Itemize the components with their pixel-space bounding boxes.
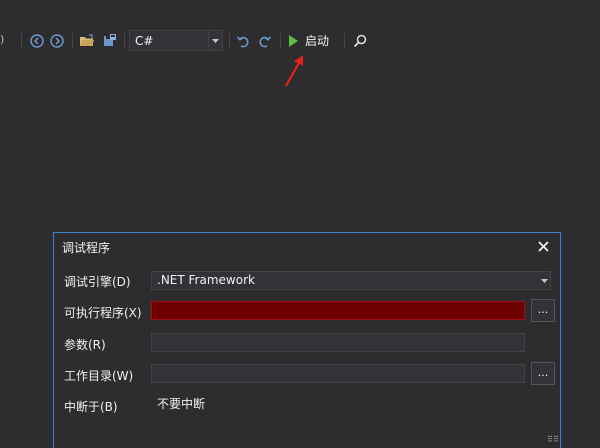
language-dropdown-button[interactable] bbox=[208, 31, 222, 50]
toolbar-separator bbox=[229, 33, 230, 49]
debug-engine-label: 调试引擎(D) bbox=[64, 275, 131, 289]
dialog-title: 调试程序 bbox=[62, 241, 111, 255]
toolbar-separator bbox=[21, 33, 22, 49]
navigate-forward-button[interactable] bbox=[48, 32, 66, 50]
open-folder-icon bbox=[80, 34, 94, 46]
browse-executable-button[interactable]: ... bbox=[531, 299, 555, 322]
circle-back-icon bbox=[30, 34, 44, 48]
search-icon bbox=[353, 34, 367, 48]
arguments-label: 参数(R) bbox=[64, 338, 106, 352]
toolbar-separator bbox=[344, 33, 345, 49]
break-on-label: 中断于(B) bbox=[64, 400, 118, 414]
close-button[interactable] bbox=[536, 239, 550, 253]
toolbar-separator bbox=[72, 33, 73, 49]
arguments-input[interactable] bbox=[151, 333, 525, 352]
language-select[interactable]: C# bbox=[129, 30, 223, 51]
play-icon bbox=[289, 34, 298, 47]
language-value: C# bbox=[135, 33, 154, 48]
circle-forward-icon bbox=[50, 34, 64, 48]
toolbar-separator bbox=[280, 33, 281, 49]
toolbar-edge-glyph: ) bbox=[0, 33, 5, 46]
resize-grip[interactable]: ⠿⠿ bbox=[547, 436, 559, 444]
toolbar: ) C# 启动 bbox=[0, 28, 600, 54]
open-file-button[interactable] bbox=[78, 32, 96, 50]
executable-label: 可执行程序(X) bbox=[64, 306, 142, 320]
dropdown-arrow-icon bbox=[212, 38, 219, 43]
find-button[interactable] bbox=[351, 32, 369, 50]
close-icon bbox=[537, 240, 549, 252]
save-icon bbox=[104, 34, 116, 46]
navigate-back-button[interactable] bbox=[28, 32, 46, 50]
redo-icon bbox=[259, 36, 272, 48]
undo-button[interactable] bbox=[234, 32, 252, 50]
working-directory-input[interactable] bbox=[151, 364, 525, 383]
debug-engine-value: .NET Framework bbox=[157, 273, 255, 287]
save-button[interactable] bbox=[100, 32, 118, 50]
browse-directory-button[interactable]: ... bbox=[531, 362, 555, 385]
dropdown-arrow-icon bbox=[538, 272, 550, 289]
start-button[interactable]: 启动 bbox=[288, 30, 329, 51]
start-label: 启动 bbox=[305, 34, 330, 48]
working-directory-label: 工作目录(W) bbox=[64, 369, 134, 383]
executable-input[interactable] bbox=[151, 301, 525, 320]
break-on-select[interactable]: 不要中断 bbox=[151, 395, 525, 414]
debug-engine-select[interactable]: .NET Framework bbox=[151, 271, 551, 290]
debug-program-dialog: 调试程序 调试引擎(D) .NET Framework 可执行程序(X) ...… bbox=[53, 232, 561, 448]
toolbar-separator bbox=[124, 33, 125, 49]
undo-icon bbox=[236, 36, 249, 48]
redo-button[interactable] bbox=[256, 32, 274, 50]
red-pointer-arrow bbox=[285, 55, 303, 87]
